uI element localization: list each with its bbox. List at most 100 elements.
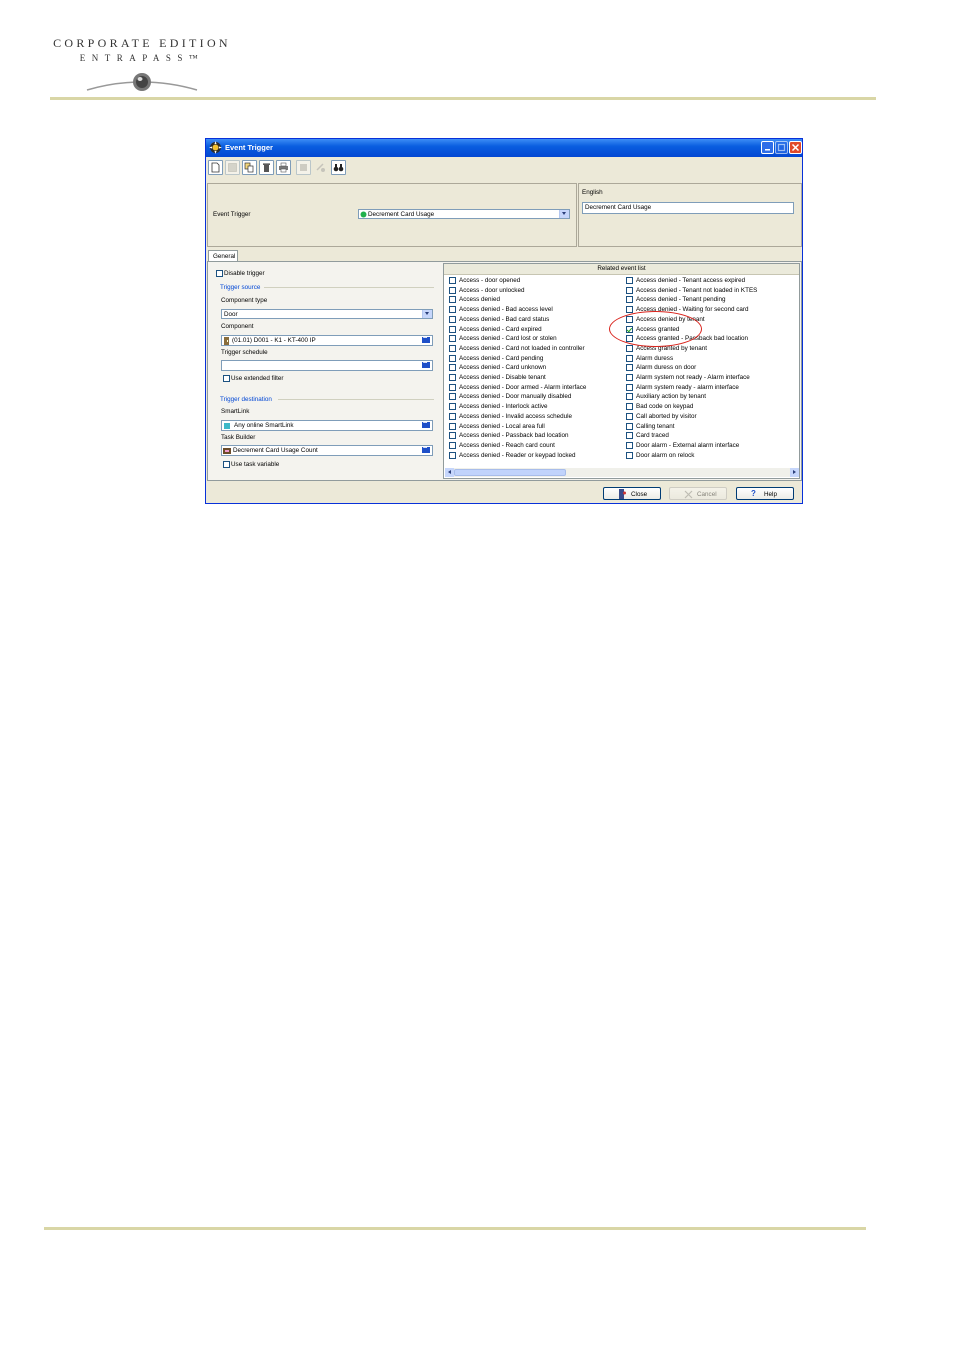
event-label: Access denied - Reader or keypad locked — [459, 451, 576, 459]
event-checkbox[interactable] — [626, 364, 633, 372]
event-checkbox[interactable] — [626, 441, 633, 449]
event-label: Access - door opened — [459, 277, 521, 284]
find-button[interactable] — [331, 160, 346, 175]
task-builder-field[interactable]: Decrement Card Usage Count — [221, 445, 433, 456]
group-divider — [264, 287, 434, 288]
event-checkbox[interactable] — [449, 277, 456, 284]
event-checkbox[interactable] — [626, 422, 633, 430]
event-label: Access denied - Tenant access expired — [636, 277, 746, 284]
event-checkbox[interactable] — [449, 306, 456, 314]
event-label: Access denied - Card unknown — [459, 364, 547, 372]
trigger-source-title: Trigger source — [220, 284, 261, 291]
close-window-button[interactable] — [789, 141, 802, 154]
browse-smartlink-button[interactable] — [421, 420, 431, 429]
event-label: Bad code on keypad — [636, 403, 694, 411]
event-label: Access denied - Card lost or stolen — [459, 335, 557, 343]
event-checkbox[interactable] — [449, 325, 456, 333]
event-checkbox[interactable] — [449, 432, 456, 440]
use-extended-filter-checkbox[interactable] — [223, 375, 230, 382]
logo: CORPORATE EDITION ENTRAPASS™ — [52, 36, 232, 94]
chevron-down-icon[interactable] — [559, 210, 569, 218]
use-task-variable-checkbox[interactable] — [223, 461, 230, 468]
task-icon — [223, 448, 231, 454]
trigger-schedule-label: Trigger schedule — [221, 349, 268, 356]
browse-task-button[interactable] — [421, 445, 431, 454]
event-checkbox[interactable] — [449, 422, 456, 430]
event-checkbox[interactable] — [449, 354, 456, 362]
browse-component-button[interactable] — [421, 335, 431, 344]
cancel-button[interactable]: Cancel — [669, 487, 727, 500]
chevron-down-icon[interactable] — [422, 310, 432, 318]
tab-general[interactable]: General — [208, 250, 238, 261]
link-button[interactable] — [313, 160, 328, 175]
copy-button[interactable] — [242, 160, 257, 175]
new-button[interactable] — [208, 160, 223, 175]
minimize-button[interactable] — [761, 141, 774, 154]
component-type-value: Door — [224, 311, 238, 318]
event-checkbox[interactable] — [449, 393, 456, 401]
event-label: Access denied - Card expired — [459, 325, 542, 333]
event-checkbox[interactable] — [449, 451, 456, 459]
event-checkbox[interactable] — [626, 277, 633, 284]
event-checkbox[interactable] — [449, 335, 456, 343]
event-label: Access denied - Bad card status — [459, 315, 550, 323]
event-label: Access denied - Bad access level — [459, 306, 553, 314]
smartlink-field[interactable]: Any online SmartLink — [221, 420, 433, 431]
event-checkbox[interactable] — [626, 432, 633, 440]
event-checkbox[interactable] — [449, 403, 456, 411]
save-button[interactable] — [225, 160, 240, 175]
close-button[interactable]: Close — [603, 487, 661, 500]
language-name-input[interactable]: Decrement Card Usage — [582, 202, 794, 214]
cancel-button-label: Cancel — [697, 491, 717, 498]
event-checkbox[interactable] — [626, 306, 633, 314]
use-task-variable-label: Use task variable — [231, 461, 280, 468]
bottom-divider — [44, 1227, 866, 1230]
event-checkbox[interactable] — [626, 393, 633, 401]
event-label: Access denied - Invalid access schedule — [459, 412, 573, 420]
minimize-icon — [765, 149, 770, 151]
event-checkbox[interactable] — [449, 286, 456, 294]
event-checkbox[interactable] — [626, 296, 633, 304]
close-icon — [791, 143, 800, 152]
logo-emblem-icon — [86, 73, 198, 91]
delete-button[interactable] — [259, 160, 274, 175]
event-checkbox[interactable] — [626, 354, 633, 362]
event-checkbox[interactable] — [626, 403, 633, 411]
scroll-left-icon[interactable] — [445, 468, 454, 477]
event-label: Door alarm - External alarm interface — [636, 441, 740, 449]
title-bar[interactable]: Event Trigger — [206, 139, 802, 157]
event-checkbox[interactable] — [626, 286, 633, 294]
event-checkbox[interactable] — [449, 383, 456, 391]
event-checkbox[interactable] — [626, 451, 633, 459]
event-checkbox[interactable] — [449, 296, 456, 304]
trigger-schedule-field[interactable] — [221, 360, 433, 371]
highlight-circle — [609, 311, 702, 347]
event-checkbox[interactable] — [449, 374, 456, 381]
event-checkbox[interactable] — [449, 315, 456, 323]
event-checkbox[interactable] — [626, 374, 633, 381]
browse-schedule-button[interactable] — [421, 360, 431, 369]
scroll-right-icon[interactable] — [790, 468, 799, 477]
event-label: Call aborted by visitor — [636, 412, 697, 420]
door-icon — [224, 337, 229, 345]
event-checkbox[interactable] — [449, 364, 456, 372]
scroll-thumb[interactable] — [454, 469, 566, 476]
horizontal-scrollbar[interactable] — [445, 468, 799, 477]
event-checkbox[interactable] — [449, 441, 456, 449]
event-checkbox[interactable] — [626, 383, 633, 391]
help-button[interactable]: ? Help — [736, 487, 794, 500]
component-type-select[interactable]: Door — [221, 309, 433, 319]
event-checkbox[interactable] — [449, 412, 456, 420]
disable-trigger-checkbox[interactable] — [216, 270, 223, 277]
component-field[interactable]: (01.01) D001 - K1 - KT-400 IP — [221, 335, 433, 346]
new-document-icon — [211, 162, 220, 173]
list-button[interactable] — [296, 160, 311, 175]
print-button[interactable] — [276, 160, 291, 175]
event-trigger-icon — [209, 141, 222, 154]
event-trigger-select[interactable]: Decrement Card Usage — [358, 209, 570, 219]
event-checkbox[interactable] — [626, 412, 633, 420]
maximize-button[interactable] — [775, 141, 788, 154]
smartlink-label: SmartLink — [221, 408, 250, 415]
event-checkbox[interactable] — [449, 344, 456, 352]
event-checkbox[interactable] — [626, 344, 633, 352]
